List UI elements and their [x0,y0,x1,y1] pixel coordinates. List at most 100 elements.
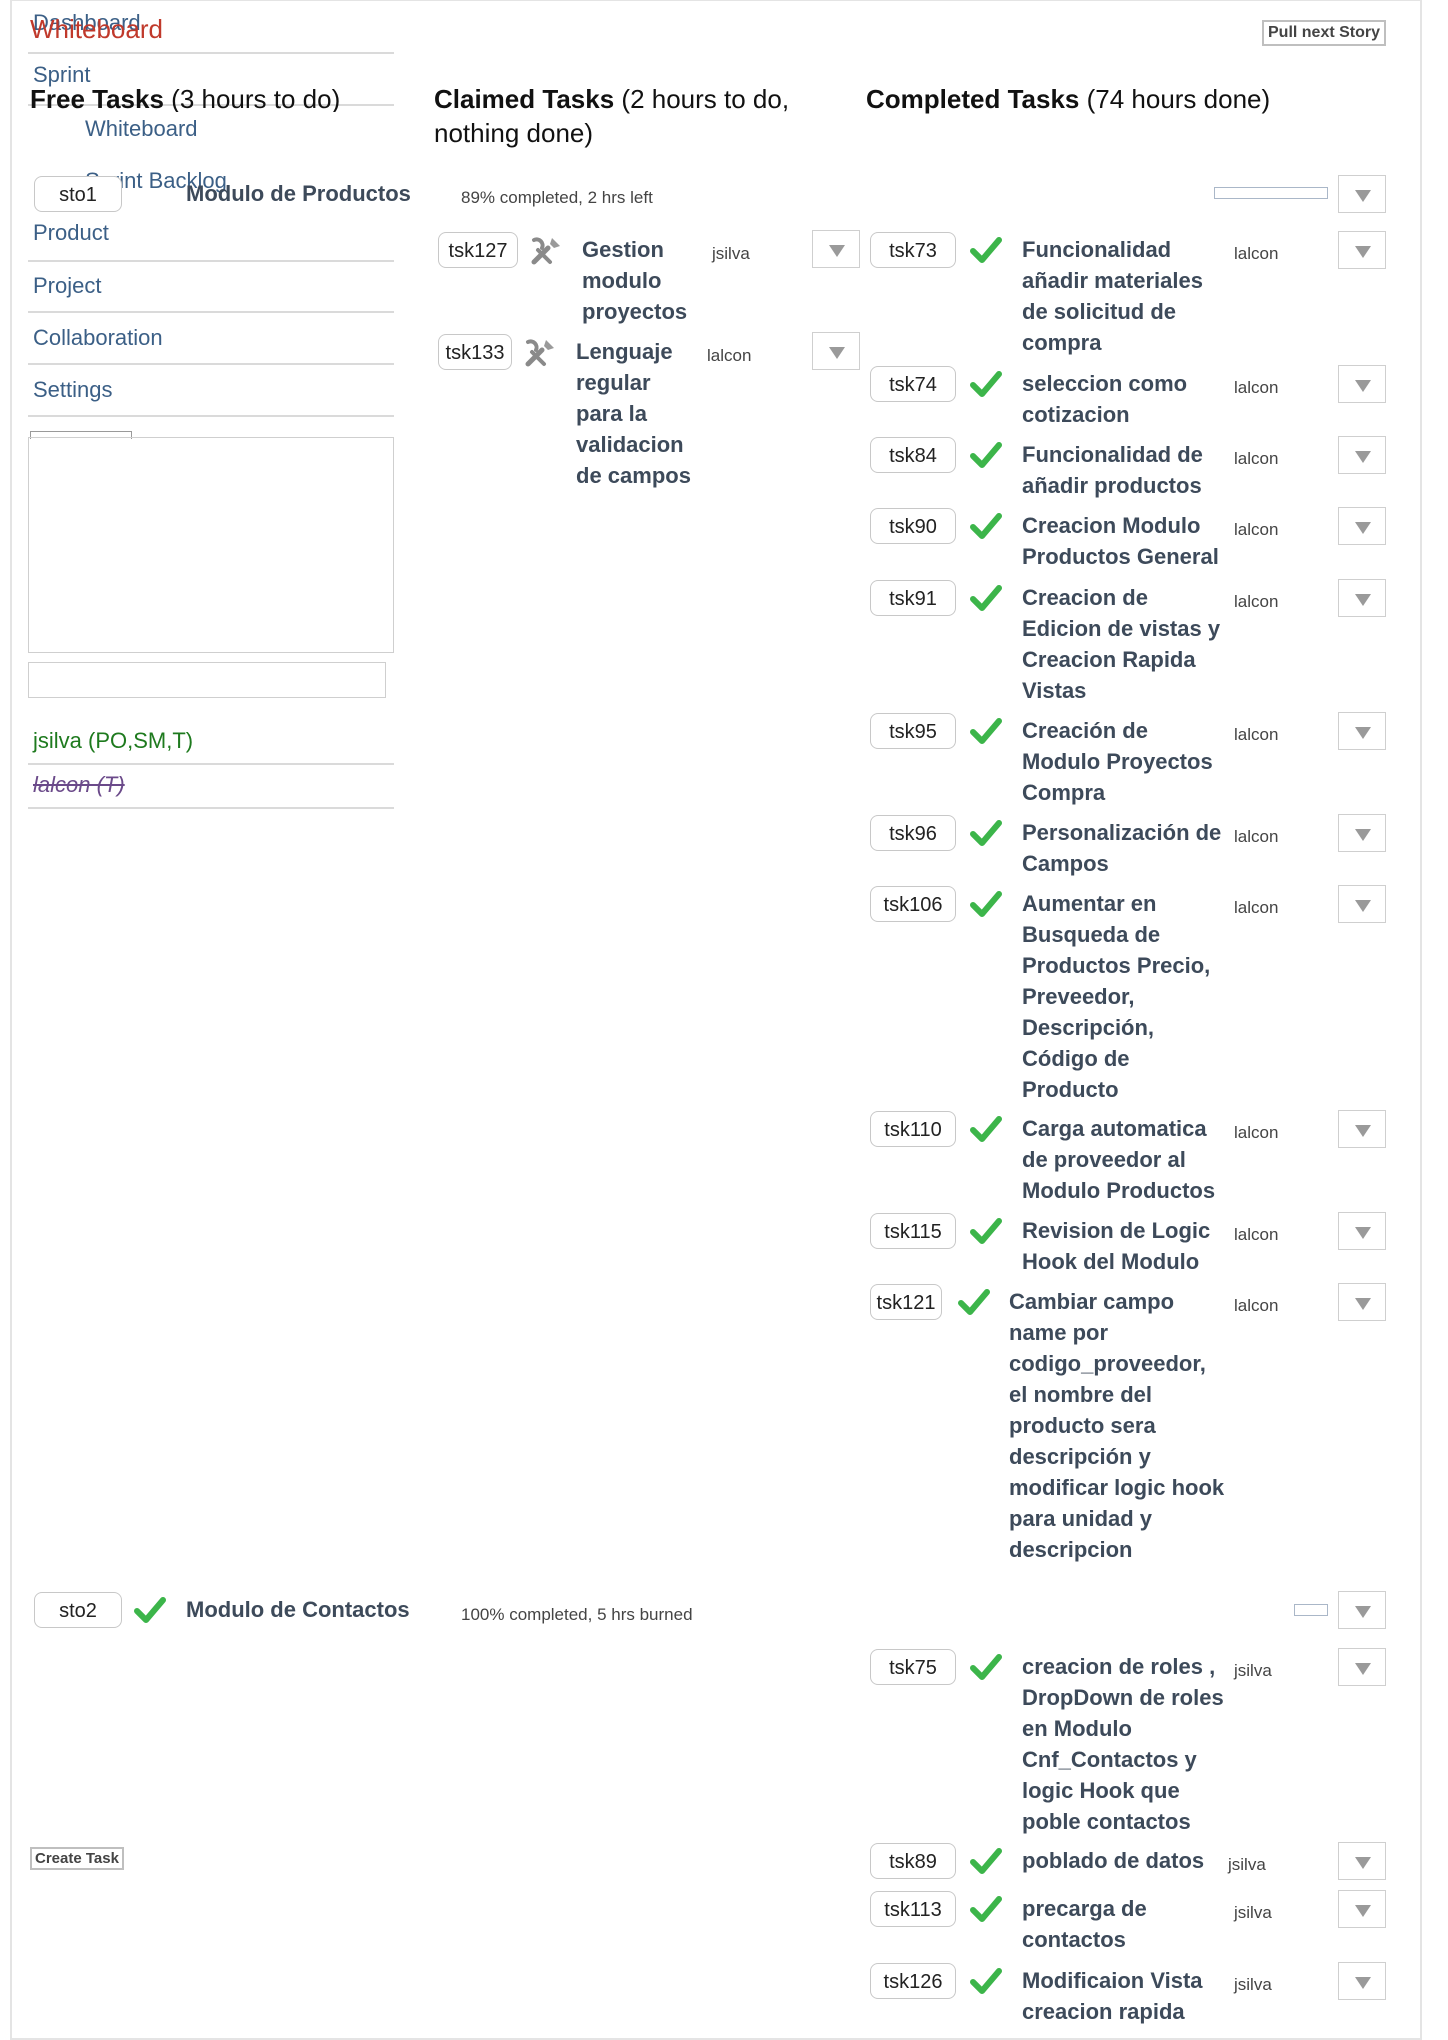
task-title[interactable]: Funcionalidad de añadir productos [1022,439,1230,501]
task-title[interactable]: creacion de roles , DropDown de roles en… [1022,1651,1230,1837]
task-menu-dropdown[interactable] [1338,1110,1386,1148]
task-owner: lalcon [1234,725,1279,744]
task-id-tag[interactable]: tsk91 [870,580,956,616]
task-id-tag[interactable]: tsk73 [870,232,956,268]
task-menu-dropdown[interactable] [1338,1842,1386,1880]
task-id-tag[interactable]: tsk115 [870,1213,956,1249]
free-tasks-header: Free Tasks (3 hours to do) [30,84,341,112]
member-jsilva[interactable]: jsilva (PO,SM,T) [28,720,394,765]
story-progress-text: 89% completed, 2 hrs left [461,188,653,207]
nav-sprint-whiteboard[interactable]: Whiteboard [85,116,198,142]
chat-input[interactable] [28,662,386,698]
task-id-tag[interactable]: tsk74 [870,366,956,402]
task-title[interactable]: seleccion como cotizacion [1022,368,1230,430]
task-id-tag[interactable]: tsk133 [438,334,512,370]
nav-collaboration[interactable]: Collaboration [28,325,394,365]
check-icon [970,1116,1002,1142]
task-title[interactable]: Carga automatica de proveedor al Modulo … [1022,1113,1230,1206]
nav-product-label: Product [33,220,109,245]
task-id-tag[interactable]: tsk89 [870,1843,956,1879]
task-title[interactable]: Lenguaje regular para la validacion de c… [576,336,696,491]
task-owner: jsilva [1234,1975,1272,1994]
story-id-tag[interactable]: sto1 [34,176,122,212]
task-menu-dropdown[interactable] [1338,1890,1386,1928]
check-icon [970,1968,1002,1994]
claimed-tasks-header: Claimed Tasks (2 hours to do, nothing do… [434,84,790,148]
story-progress-bar [1294,1604,1328,1616]
task-title[interactable]: Creación de Modulo Proyectos Compra [1022,715,1230,808]
check-icon [970,1218,1002,1244]
task-menu-dropdown[interactable] [812,230,860,268]
task-id-tag[interactable]: tsk75 [870,1649,956,1685]
task-owner: jsilva [1234,1661,1272,1680]
member-lalcon[interactable]: lalcon (T) [28,765,394,809]
task-menu-dropdown[interactable] [1338,1648,1386,1686]
task-menu-dropdown[interactable] [1338,365,1386,403]
task-menu-dropdown[interactable] [1338,814,1386,852]
check-icon [970,237,1002,263]
task-menu-dropdown[interactable] [1338,1962,1386,2000]
check-icon [970,513,1002,539]
story-title[interactable]: Modulo de Contactos [186,1594,410,1625]
task-title[interactable]: poblado de datos [1022,1845,1230,1876]
nav-project-label: Project [33,273,102,298]
task-id-tag[interactable]: tsk96 [870,815,956,851]
task-title[interactable]: Creacion de Edicion de vistas y Creacion… [1022,582,1230,706]
task-menu-dropdown[interactable] [1338,507,1386,545]
check-icon [970,585,1002,611]
task-id-tag[interactable]: tsk90 [870,508,956,544]
task-menu-dropdown[interactable] [812,332,860,370]
task-owner: lalcon [1234,898,1279,917]
task-title[interactable]: Funcionalidad añadir materiales de solic… [1022,234,1230,358]
task-owner: lalcon [1234,378,1279,397]
task-id-tag[interactable]: tsk126 [870,1963,956,1999]
task-title[interactable]: Gestion modulo proyectos [582,234,702,327]
task-owner: lalcon [1234,1296,1279,1315]
nav-settings-label: Settings [33,377,113,402]
task-title[interactable]: precarga de contactos [1022,1893,1230,1955]
check-icon [134,1597,166,1623]
task-owner: lalcon [1234,1225,1279,1244]
story-progress-bar [1214,187,1328,199]
story-title[interactable]: Modulo de Productos [186,178,411,209]
story-progress-text: 100% completed, 5 hrs burned [461,1605,693,1624]
task-owner: lalcon [1234,1123,1279,1142]
task-menu-dropdown[interactable] [1338,436,1386,474]
create-task-button[interactable]: Create Task [30,1847,124,1870]
check-icon [970,1654,1002,1680]
task-menu-dropdown[interactable] [1338,579,1386,617]
task-menu-dropdown[interactable] [1338,1283,1386,1321]
check-icon [970,891,1002,917]
task-title[interactable]: Aumentar en Busqueda de Productos Precio… [1022,888,1230,1105]
tools-icon [525,339,554,367]
task-id-tag[interactable]: tsk95 [870,713,956,749]
task-owner: jsilva [1234,1903,1272,1922]
check-icon [970,1848,1002,1874]
task-id-tag[interactable]: tsk110 [870,1111,956,1147]
task-id-tag[interactable]: tsk84 [870,437,956,473]
task-owner: lalcon [1234,244,1279,263]
pull-next-story-button[interactable]: Pull next Story [1262,20,1387,46]
story-menu-dropdown[interactable] [1338,175,1386,213]
task-id-tag[interactable]: tsk121 [870,1284,942,1320]
chat-log [28,437,394,653]
task-title[interactable]: Creacion Modulo Productos General [1022,510,1230,572]
task-title[interactable]: Cambiar campo name por codigo_proveedor,… [1009,1286,1230,1565]
check-icon [970,820,1002,846]
task-id-tag[interactable]: tsk127 [438,232,518,268]
task-menu-dropdown[interactable] [1338,231,1386,269]
nav-settings[interactable]: Settings [28,377,394,417]
story-menu-dropdown[interactable] [1338,1591,1386,1629]
nav-product[interactable]: Product [28,220,394,262]
task-menu-dropdown[interactable] [1338,712,1386,750]
nav-project[interactable]: Project [28,273,394,313]
task-title[interactable]: Personalización de Campos [1022,817,1230,879]
task-menu-dropdown[interactable] [1338,885,1386,923]
task-title[interactable]: Revision de Logic Hook del Modulo [1022,1215,1230,1277]
task-owner: lalcon [1234,827,1279,846]
task-id-tag[interactable]: tsk106 [870,886,956,922]
task-id-tag[interactable]: tsk113 [870,1891,956,1927]
task-menu-dropdown[interactable] [1338,1212,1386,1250]
story-id-tag[interactable]: sto2 [34,1592,122,1628]
task-title[interactable]: Modificaion Vista creacion rapida [1022,1965,1230,2027]
